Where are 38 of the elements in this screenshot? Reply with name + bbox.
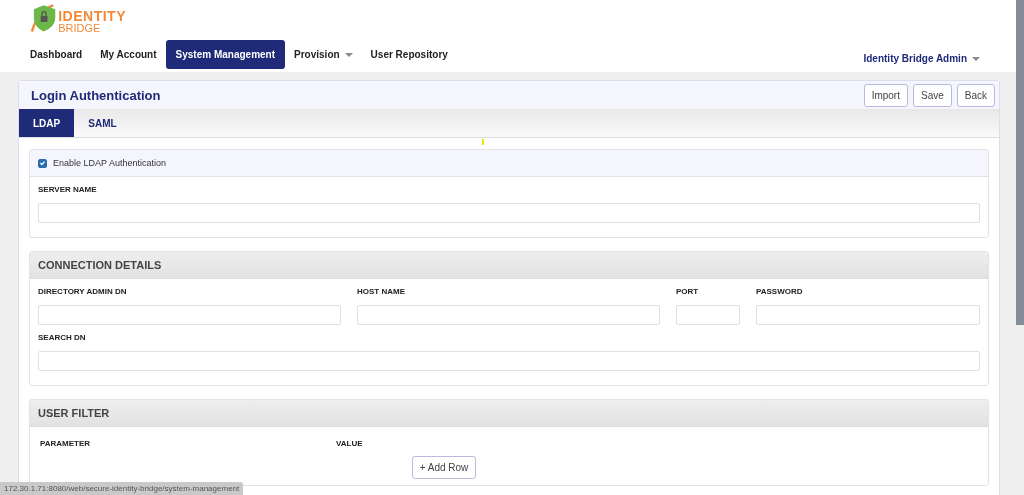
nav-item[interactable]: User Repository bbox=[361, 41, 457, 68]
shield-lock-icon bbox=[30, 2, 58, 34]
field-label: HOST NAME bbox=[357, 287, 406, 296]
input-field[interactable] bbox=[756, 305, 980, 325]
cursor-mark bbox=[482, 139, 484, 145]
column-header: PARAMETER bbox=[40, 439, 92, 448]
add-row-button[interactable]: + Add Row bbox=[411, 456, 477, 479]
field-label: PORT bbox=[676, 287, 700, 296]
page-title: Login Authentication bbox=[31, 87, 161, 103]
scrollbar[interactable] bbox=[1016, 0, 1024, 325]
input-field[interactable] bbox=[357, 305, 660, 325]
nav-item[interactable]: Dashboard bbox=[30, 41, 92, 68]
logo-text: IDENTITY bbox=[58, 10, 126, 22]
logo-text: BRIDGE bbox=[58, 22, 102, 34]
column-header: VALUE bbox=[336, 439, 364, 448]
nav-item[interactable]: System Management bbox=[165, 40, 286, 69]
checkbox-label: Enable LDAP Authentication bbox=[53, 158, 166, 168]
action-button[interactable]: Save bbox=[912, 83, 952, 107]
input-field[interactable] bbox=[676, 305, 740, 325]
action-button[interactable]: Import bbox=[863, 83, 908, 107]
section-title: USER FILTER bbox=[30, 400, 988, 427]
nav-item[interactable]: My Account bbox=[91, 41, 166, 68]
action-button[interactable]: Back bbox=[956, 83, 995, 107]
caret-icon bbox=[972, 56, 980, 61]
tab[interactable]: SAML bbox=[74, 109, 131, 137]
checkbox[interactable] bbox=[38, 158, 47, 168]
tab[interactable]: LDAP bbox=[19, 109, 75, 137]
field-label: PASSWORD bbox=[756, 287, 804, 296]
input-field[interactable] bbox=[38, 203, 980, 223]
section-title: CONNECTION DETAILS bbox=[30, 252, 988, 279]
status-url: 172.30.1.71:8080/web/secure-identity-bridge/system-management bbox=[0, 482, 244, 495]
input-field[interactable] bbox=[38, 351, 980, 371]
field-label: SEARCH DN bbox=[38, 333, 87, 342]
input-field[interactable] bbox=[38, 305, 341, 325]
user-menu[interactable]: Identity Bridge Admin bbox=[857, 52, 986, 65]
field-label: DIRECTORY ADMIN DN bbox=[38, 287, 128, 296]
field-label: SERVER NAME bbox=[38, 185, 98, 194]
nav-item[interactable]: Provision bbox=[285, 41, 362, 68]
